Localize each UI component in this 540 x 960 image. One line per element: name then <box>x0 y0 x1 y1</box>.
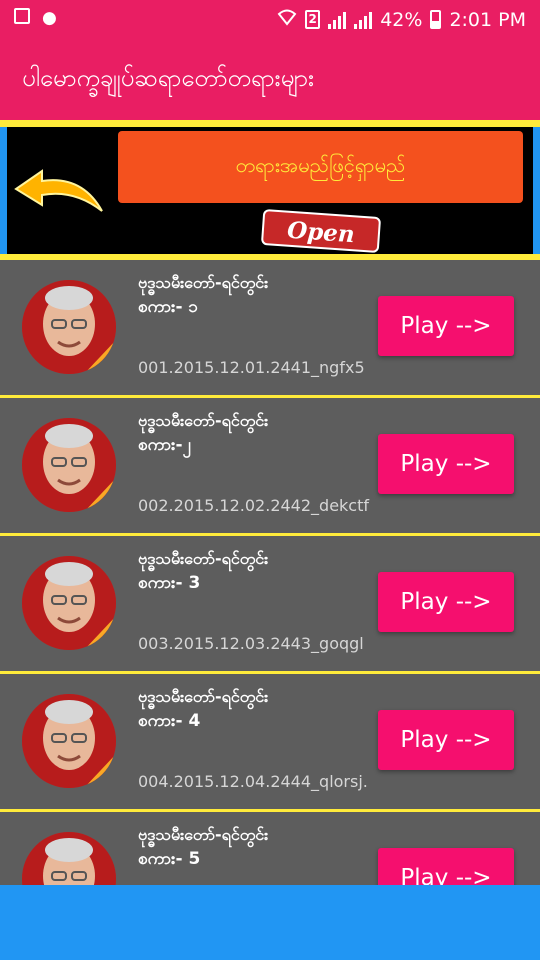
item-filename: 003.2015.12.03.2443_goqgl <box>138 634 364 653</box>
sermon-list: ဗုဒ္ဓသမီးတော်-ရင်တွင်း စကား- ၁ 001.2015.… <box>0 260 540 950</box>
item-title: ဗုဒ္ဓသမီးတော်-ရင်တွင်း <box>138 411 269 430</box>
play-button[interactable]: Play --> <box>378 572 514 632</box>
item-filename: 001.2015.12.01.2441_ngfx5 <box>138 358 365 377</box>
wifi-icon <box>277 8 297 31</box>
open-button[interactable]: Open <box>260 208 382 254</box>
list-item[interactable]: ဗုဒ္ဓသမီးတော်-ရင်တွင်း စကား- 4 004.2015.… <box>0 674 540 812</box>
battery-icon <box>430 10 442 29</box>
status-bar: ● 2 42% 2:01 PM <box>0 0 540 38</box>
ad-banner[interactable]: တရားအမည်ဖြင့်ရှာမည် Open <box>0 120 540 260</box>
list-item[interactable]: ဗုဒ္ဓသမီးတော်-ရင်တွင်း စကား- ၁ 001.2015.… <box>0 260 540 398</box>
play-button[interactable]: Play --> <box>378 710 514 770</box>
avatar <box>22 694 116 788</box>
item-part: စကား- 5 <box>138 849 201 869</box>
sim-icon: 2 <box>305 10 321 29</box>
notification-icon: ● <box>42 8 57 28</box>
item-part: စကား-၂ <box>138 435 191 455</box>
item-part: စကား- 3 <box>138 573 201 593</box>
bottom-bar <box>0 885 540 960</box>
signal-icon-2 <box>354 11 373 29</box>
signal-icon <box>328 11 347 29</box>
item-title: ဗုဒ္ဓသမီးတော်-ရင်တွင်း <box>138 549 269 568</box>
clock: 2:01 PM <box>449 8 526 31</box>
avatar <box>22 556 116 650</box>
item-filename: 002.2015.12.02.2442_dekctf <box>138 496 370 515</box>
item-part: စကား- 4 <box>138 711 201 731</box>
item-title: ဗုဒ္ဓသမီးတော်-ရင်တွင်း <box>138 825 269 844</box>
list-item[interactable]: ဗုဒ္ဓသမီးတော်-ရင်တွင်း စကား- 3 003.2015.… <box>0 536 540 674</box>
item-filename: 004.2015.12.04.2444_qlorsj. <box>138 772 368 791</box>
avatar <box>22 418 116 512</box>
item-title: ဗုဒ္ဓသမီးတော်-ရင်တွင်း <box>138 687 269 706</box>
item-title: ဗုဒ္ဓသမီးတော်-ရင်တွင်း <box>138 273 269 292</box>
gallery-icon <box>14 8 30 29</box>
avatar <box>22 280 116 374</box>
play-button[interactable]: Play --> <box>378 434 514 494</box>
play-button[interactable]: Play --> <box>378 296 514 356</box>
app-bar: ပါမောက္ခချုပ်ဆရာတော်တရားများ <box>0 38 540 120</box>
item-part: စကား- ၁ <box>138 297 199 317</box>
page-title: ပါမောက္ခချုပ်ဆရာတော်တရားများ <box>22 64 315 92</box>
list-item[interactable]: ဗုဒ္ဓသမီးတော်-ရင်တွင်း စကား-၂ 002.2015.1… <box>0 398 540 536</box>
search-by-title-button[interactable]: တရားအမည်ဖြင့်ရှာမည် <box>118 131 523 203</box>
battery-percent: 42% <box>380 8 423 31</box>
back-arrow-icon <box>14 169 103 212</box>
